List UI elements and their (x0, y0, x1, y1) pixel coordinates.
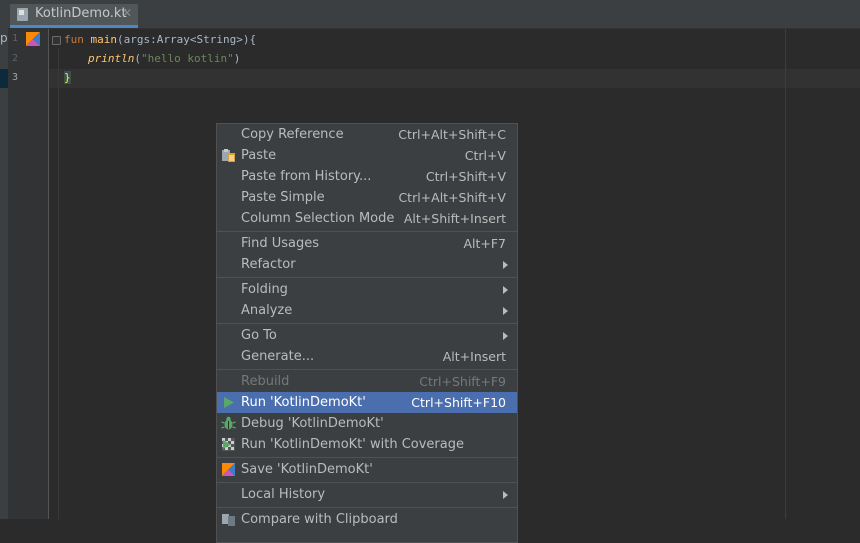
menu-item-copy-reference[interactable]: Copy Reference Ctrl+Alt+Shift+C (217, 124, 517, 145)
indent-guide (58, 48, 59, 519)
editor-tab-bar: KotlinDemo.kt ✕ (8, 0, 860, 29)
close-brace: } (64, 71, 71, 84)
menu-item-go-to[interactable]: Go To (217, 325, 517, 346)
menu-item-shortcut: Ctrl+Shift+F9 (419, 374, 506, 389)
context-menu: Copy Reference Ctrl+Alt+Shift+C Paste Ct… (216, 123, 518, 543)
menu-item-shortcut: Alt+Shift+Insert (403, 211, 506, 226)
menu-item-paste-simple[interactable]: Paste Simple Ctrl+Alt+Shift+V (217, 187, 517, 208)
menu-item-analyze[interactable]: Analyze (217, 300, 517, 321)
menu-item-label: Paste Simple (241, 190, 325, 205)
menu-item-save[interactable]: Save 'KotlinDemoKt' (217, 459, 517, 480)
menu-item-paste-from-history[interactable]: Paste from History... Ctrl+Shift+V (217, 166, 517, 187)
keyword-fun: fun (64, 33, 84, 46)
menu-item-shortcut: Ctrl+Alt+Shift+V (398, 190, 506, 205)
tab-label: KotlinDemo.kt (35, 6, 127, 21)
paste-icon (222, 149, 235, 162)
menu-item-label: Save 'KotlinDemoKt' (241, 462, 373, 477)
menu-item-find-usages[interactable]: Find Usages Alt+F7 (217, 233, 517, 254)
line-number: 2 (12, 53, 19, 64)
menu-item-label: Column Selection Mode (241, 211, 395, 226)
kotlin-run-icon[interactable] (26, 32, 40, 46)
open-paren: ( (134, 52, 141, 65)
menu-item-compare-with-clipboard[interactable]: Compare with Clipboard (217, 509, 517, 530)
menu-item-shortcut: Ctrl+Shift+V (425, 169, 506, 184)
submenu-arrow-icon (503, 286, 508, 294)
menu-item-generate[interactable]: Generate... Alt+Insert (217, 346, 517, 367)
close-icon[interactable]: ✕ (122, 6, 132, 20)
menu-separator (217, 457, 517, 458)
line-number: 1 (12, 33, 19, 44)
menu-item-label: Analyze (241, 303, 293, 318)
menu-separator (217, 507, 517, 508)
menu-item-local-history[interactable]: Local History (217, 484, 517, 505)
menu-item-label: Local History (241, 487, 326, 502)
run-icon (224, 397, 234, 408)
menu-separator (217, 231, 517, 232)
menu-item-rebuild[interactable]: Rebuild Ctrl+Shift+F9 (217, 371, 517, 392)
parameters: (args:Array<String>) (117, 33, 250, 46)
menu-item-label: Rebuild (241, 374, 290, 389)
menu-item-label: Paste (241, 148, 277, 163)
menu-item-run[interactable]: Run 'KotlinDemoKt' Ctrl+Shift+F10 (217, 392, 517, 413)
code-line-2: println("hello kotlin") (88, 52, 240, 65)
submenu-arrow-icon (503, 307, 508, 315)
menu-separator (217, 277, 517, 278)
menu-separator (217, 369, 517, 370)
open-brace: { (249, 33, 257, 46)
submenu-arrow-icon (503, 332, 508, 340)
menu-item-label: Generate... (241, 349, 315, 364)
menu-item-run-with-coverage[interactable]: Run 'KotlinDemoKt' with Coverage (217, 434, 517, 455)
menu-item-label: Folding (241, 282, 288, 297)
project-tool-label[interactable]: p (0, 31, 8, 45)
menu-item-label: Run 'KotlinDemoKt' with Coverage (241, 437, 464, 452)
menu-item-column-selection-mode[interactable]: Column Selection Mode Alt+Shift+Insert (217, 208, 517, 229)
menu-item-label: Paste from History... (241, 169, 372, 184)
println-call: println (88, 52, 135, 65)
menu-separator (217, 323, 517, 324)
menu-item-shortcut: Ctrl+V (464, 148, 506, 163)
menu-item-label: Debug 'KotlinDemoKt' (241, 416, 384, 431)
compare-icon (222, 514, 235, 526)
kotlin-file-icon (17, 8, 28, 21)
menu-item-paste[interactable]: Paste Ctrl+V (217, 145, 517, 166)
menu-item-shortcut: Ctrl+Alt+Shift+C (398, 127, 506, 142)
menu-item-shortcut: Alt+Insert (442, 349, 506, 364)
menu-item-shortcut: Ctrl+Shift+F10 (411, 395, 506, 410)
function-name: main (90, 33, 118, 46)
menu-separator (217, 482, 517, 483)
left-tool-strip: p (0, 0, 8, 519)
string-literal: "hello kotlin" (140, 52, 234, 65)
menu-item-label: Go To (241, 328, 277, 343)
coverage-icon (222, 438, 235, 451)
tab-kotlindemo[interactable]: KotlinDemo.kt ✕ (10, 4, 138, 28)
submenu-arrow-icon (503, 261, 508, 269)
menu-item-label: Find Usages (241, 236, 320, 251)
menu-item-label: Refactor (241, 257, 296, 272)
menu-item-debug[interactable]: Debug 'KotlinDemoKt' (217, 413, 517, 434)
caret-row-highlight (49, 69, 860, 88)
menu-item-label: Copy Reference (241, 127, 344, 142)
menu-item-label: Run 'KotlinDemoKt' (241, 395, 366, 410)
debug-icon (221, 416, 236, 430)
line-number: 3 (12, 72, 19, 83)
code-line-3: } (64, 71, 71, 84)
submenu-arrow-icon (503, 491, 508, 499)
menu-item-refactor[interactable]: Refactor (217, 254, 517, 275)
strip-selection-marker (0, 69, 8, 88)
right-margin-guide (785, 29, 786, 519)
kotlin-icon (222, 463, 235, 476)
menu-item-folding[interactable]: Folding (217, 279, 517, 300)
menu-item-shortcut: Alt+F7 (463, 236, 506, 251)
code-line-1: fun main(args:Array<String>){ (64, 33, 256, 46)
menu-item-label: Compare with Clipboard (241, 512, 398, 527)
close-paren: ) (233, 52, 241, 65)
editor-gutter: 1 2 3 (8, 29, 61, 519)
